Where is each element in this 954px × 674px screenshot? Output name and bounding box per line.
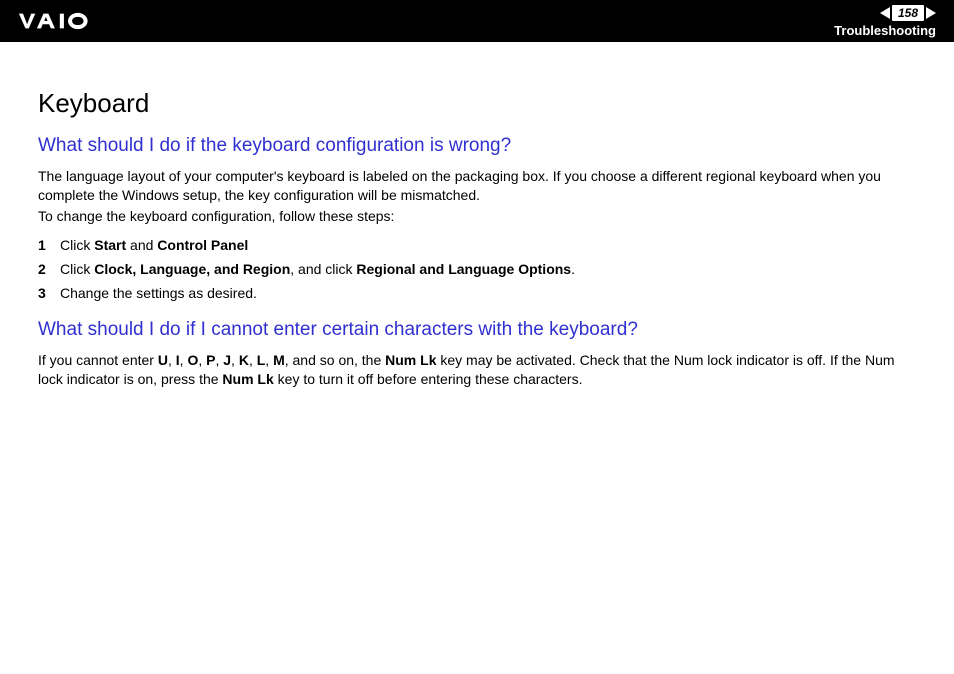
page-content: Keyboard What should I do if the keyboar…: [0, 42, 954, 389]
page-nav: 158: [880, 5, 936, 21]
next-page-arrow-icon[interactable]: [926, 7, 936, 19]
step-text-part: Change the settings as desired.: [60, 285, 257, 301]
step-text-part: .: [571, 261, 575, 277]
prev-page-arrow-icon[interactable]: [880, 7, 890, 19]
steps-list: 1 Click Start and Control Panel 2 Click …: [38, 234, 916, 305]
char-bold: J: [223, 352, 231, 368]
step-bold: Start: [94, 237, 126, 253]
char-bold: U: [158, 352, 168, 368]
q1-paragraph-1: The language layout of your computer's k…: [38, 167, 916, 205]
q2-paragraph: If you cannot enter U, I, O, P, J, K, L,…: [38, 351, 916, 389]
step-number: 3: [38, 282, 60, 304]
question-heading-1: What should I do if the keyboard configu…: [38, 135, 916, 157]
header-bar: 158 Troubleshooting: [0, 0, 954, 42]
page-title: Keyboard: [38, 88, 916, 119]
step-item: 2 Click Clock, Language, and Region, and…: [38, 258, 916, 280]
step-text: Click Start and Control Panel: [60, 234, 916, 256]
q1-paragraph-2: To change the keyboard configuration, fo…: [38, 207, 916, 226]
section-label: Troubleshooting: [834, 23, 936, 38]
step-bold: Clock, Language, and Region: [94, 261, 290, 277]
char-bold: M: [273, 352, 285, 368]
numlk-bold: Num Lk: [222, 371, 273, 387]
header-right: 158 Troubleshooting: [834, 5, 936, 38]
numlk-bold: Num Lk: [385, 352, 436, 368]
step-item: 1 Click Start and Control Panel: [38, 234, 916, 256]
step-text: Change the settings as desired.: [60, 282, 916, 304]
page-number: 158: [892, 5, 924, 21]
step-text-part: , and click: [290, 261, 356, 277]
question-heading-2: What should I do if I cannot enter certa…: [38, 319, 916, 341]
step-number: 1: [38, 234, 60, 256]
step-bold: Control Panel: [157, 237, 248, 253]
char-bold: I: [176, 352, 180, 368]
step-text-part: Click: [60, 261, 94, 277]
step-text-part: Click: [60, 237, 94, 253]
step-bold: Regional and Language Options: [356, 261, 571, 277]
step-number: 2: [38, 258, 60, 280]
char-bold: P: [206, 352, 215, 368]
char-bold: L: [257, 352, 266, 368]
char-bold: O: [187, 352, 198, 368]
step-item: 3 Change the settings as desired.: [38, 282, 916, 304]
char-bold: K: [239, 352, 249, 368]
vaio-logo: [18, 12, 118, 30]
step-text-part: and: [126, 237, 157, 253]
step-text: Click Clock, Language, and Region, and c…: [60, 258, 916, 280]
